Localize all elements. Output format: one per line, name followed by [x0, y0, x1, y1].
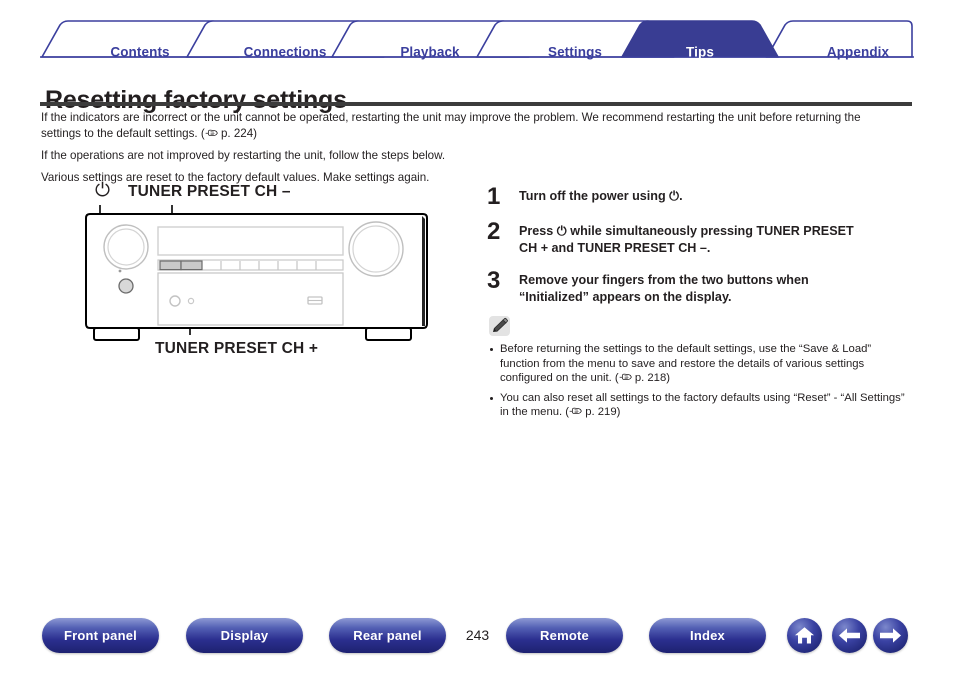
procedure-steps: 1 Turn off the power using ⏻. 2 Press ⏻ … — [487, 183, 907, 319]
intro-text-block: If the indicators are incorrect or the u… — [41, 110, 876, 186]
note-bullet-list: Before returning the settings to the def… — [489, 342, 909, 420]
front-panel-illustration: ⏻ TUNER PRESET CH – TUNER PRESET CH + — [78, 180, 478, 363]
footer-button-display[interactable]: Display — [186, 618, 303, 653]
tab-bar-shapes — [40, 20, 914, 58]
tab-contents[interactable]: Contents — [110, 45, 169, 60]
footer-button-index[interactable]: Index — [649, 618, 766, 653]
power-symbol-label: ⏻ — [95, 180, 111, 201]
foot-right — [365, 327, 412, 341]
note-bullet-text: Before returning the settings to the def… — [500, 343, 872, 385]
power-indicator-led — [118, 269, 122, 273]
tab-appendix[interactable]: Appendix — [827, 45, 889, 60]
page-reference-hand-icon — [619, 373, 632, 381]
tab-connections[interactable]: Connections — [244, 45, 327, 60]
arrow-left-icon — [839, 628, 860, 643]
footer-button-remote[interactable]: Remote — [506, 618, 623, 653]
title-divider — [40, 102, 912, 106]
foot-left — [93, 327, 140, 341]
power-button — [118, 278, 134, 294]
intro-paragraph-1: If the indicators are incorrect or the u… — [41, 110, 876, 142]
footer-navigation-bar: Front panel Display Rear panel 243 Remot… — [0, 618, 954, 658]
tab-settings[interactable]: Settings — [548, 45, 602, 60]
pencil-icon — [492, 317, 508, 332]
note-bullet-text: You can also reset all settings to the f… — [500, 391, 905, 419]
footer-back-button[interactable] — [832, 618, 867, 653]
step-text: Remove your fingers from the two buttons… — [519, 273, 809, 304]
footer-forward-button[interactable] — [873, 618, 908, 653]
footer-button-front-panel[interactable]: Front panel — [42, 618, 159, 653]
home-icon — [795, 627, 814, 644]
tab-playback[interactable]: Playback — [400, 45, 459, 60]
page-reference-hand-icon — [205, 129, 218, 136]
step-number: 3 — [487, 267, 501, 294]
display-window — [157, 226, 344, 256]
step-number: 1 — [487, 183, 501, 210]
intro-paragraph-1-close: ) — [253, 127, 258, 140]
caption-tuner-preset-ch-plus: TUNER PRESET CH + — [155, 340, 319, 357]
arrow-right-icon — [880, 628, 901, 643]
note-bullet-close: ) — [616, 406, 621, 419]
note-bullet-ref[interactable]: p. 219 — [585, 406, 616, 418]
intro-paragraph-1-ref[interactable]: p. 224 — [221, 127, 253, 140]
pencil-note-icon — [489, 316, 510, 336]
note-bullet-item: You can also reset all settings to the f… — [489, 391, 909, 420]
chassis-edge-shade — [422, 216, 425, 326]
lower-panel — [157, 272, 344, 326]
step-text: Press ⏻ while simultaneously pressing TU… — [519, 224, 854, 255]
knob-left-inner — [107, 228, 145, 266]
note-bullet-item: Before returning the settings to the def… — [489, 342, 909, 386]
note-block: Before returning the settings to the def… — [489, 316, 909, 425]
page-number: 243 — [465, 627, 490, 643]
caption-tuner-preset-ch-minus: TUNER PRESET CH – — [128, 183, 291, 200]
note-bullet-ref[interactable]: p. 218 — [635, 372, 666, 384]
button-tuner-preset-ch-plus — [180, 260, 203, 271]
page-reference-hand-icon — [569, 408, 582, 415]
step-number: 2 — [487, 218, 501, 245]
receiver-drawing — [85, 205, 428, 341]
main-tab-bar[interactable]: Contents Connections Playback Settings T… — [40, 20, 914, 60]
step-item: 3 Remove your fingers from the two butto… — [487, 267, 907, 305]
knob-right-inner — [352, 225, 400, 273]
footer-button-rear-panel[interactable]: Rear panel — [329, 618, 446, 653]
button-tuner-preset-ch-minus — [159, 260, 182, 271]
step-text: Turn off the power using ⏻. — [519, 189, 683, 203]
note-bullet-close: ) — [666, 372, 671, 385]
footer-home-button[interactable] — [787, 618, 822, 653]
step-item: 1 Turn off the power using ⏻. — [487, 183, 907, 210]
step-item: 2 Press ⏻ while simultaneously pressing … — [487, 218, 907, 256]
intro-paragraph-2: If the operations are not improved by re… — [41, 149, 446, 162]
intro-paragraph-1-text: If the indicators are incorrect or the u… — [41, 111, 861, 140]
tab-tips[interactable]: Tips — [686, 45, 714, 60]
